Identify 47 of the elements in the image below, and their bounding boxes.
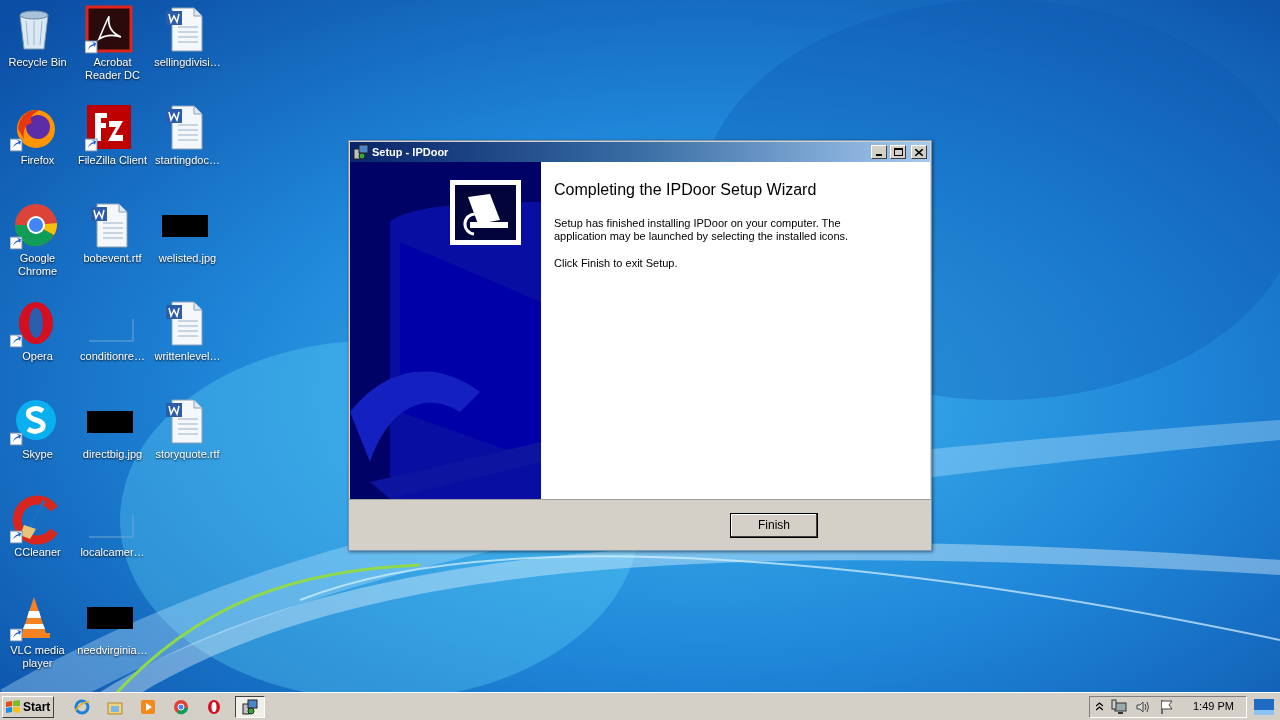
opera-icon	[206, 698, 222, 715]
maximize-icon	[893, 148, 903, 156]
icon-label[interactable]: writtenlevel…	[150, 350, 225, 363]
minimize-icon	[876, 154, 882, 156]
icon-label[interactable]: CCleaner	[0, 546, 75, 559]
start-button[interactable]: Start	[2, 695, 54, 718]
ccleaner-icon[interactable]	[9, 495, 60, 545]
maximize-button[interactable]	[890, 145, 906, 159]
icon-label[interactable]: welisted.jpg	[150, 252, 225, 265]
pdf-icon[interactable]	[84, 5, 135, 55]
internet-explorer-icon	[74, 698, 90, 715]
clock[interactable]: 1:49 PM	[1193, 698, 1234, 715]
play-icon	[140, 698, 156, 715]
minimize-button[interactable]	[871, 145, 887, 159]
icon-label[interactable]: VLC media player	[0, 644, 75, 670]
icon-label[interactable]: conditionre…	[75, 350, 150, 363]
close-icon	[915, 148, 923, 156]
icon-label[interactable]: storyquote.rtf	[150, 448, 225, 461]
show-desktop-icon[interactable]	[1254, 698, 1274, 715]
setup-app-icon	[242, 698, 258, 715]
finish-button[interactable]: Finish	[730, 512, 818, 538]
icon-label[interactable]: localcamer…	[75, 546, 150, 559]
icon-label[interactable]: sellingdivisi…	[150, 56, 225, 69]
icon-label[interactable]: directbig.jpg	[75, 448, 150, 461]
wizard-message: Setup has finished installing IPDoor on your computer. The application may be launched by selecting the installed icons.	[554, 217, 850, 243]
show-hidden-icons-icon[interactable]	[1096, 702, 1103, 711]
icon-label[interactable]: needvirginia…	[75, 644, 150, 657]
icon-label[interactable]: Acrobat Reader DC	[75, 56, 150, 82]
icon-label[interactable]: bobevent.rtf	[75, 252, 150, 265]
taskbar-button[interactable]	[235, 695, 265, 718]
icon-label[interactable]: Recycle Bin	[0, 56, 75, 69]
window-title: Setup - IPDoor	[372, 144, 449, 160]
icon-label[interactable]: Opera	[0, 350, 75, 363]
setup-app-icon	[353, 144, 369, 160]
network-icon[interactable]	[1111, 698, 1127, 715]
icon-label[interactable]: Skype	[0, 448, 75, 461]
icon-label[interactable]: Firefox	[0, 154, 75, 167]
icon-label[interactable]: Google Chrome	[0, 252, 75, 278]
close-button[interactable]	[911, 145, 927, 159]
icon-label[interactable]: startingdoc…	[150, 154, 225, 167]
chrome-icon	[173, 698, 189, 715]
chrome-icon[interactable]	[9, 201, 60, 251]
flag-icon[interactable]	[1159, 698, 1175, 715]
wizard-heading: Completing the IPDoor Setup Wizard	[554, 180, 818, 200]
icon-label[interactable]: FileZilla Client	[75, 154, 150, 167]
wizard-message: Click Finish to exit Setup.	[554, 257, 679, 270]
windows-logo-icon	[5, 698, 21, 715]
